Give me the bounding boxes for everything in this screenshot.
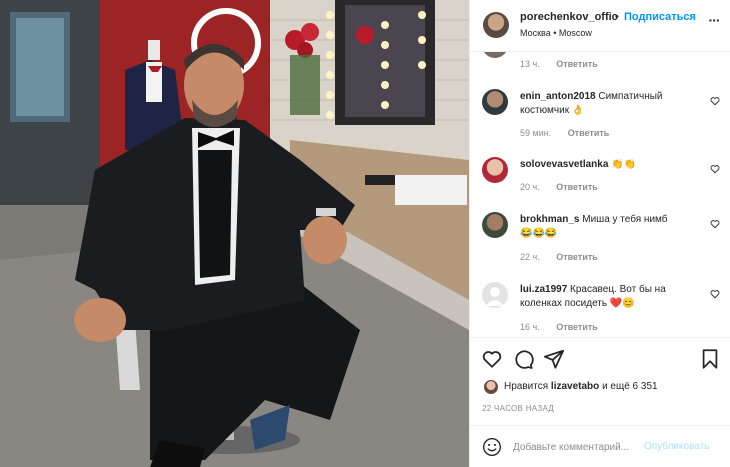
comment-body: solovevasvetlanka 👏👏 xyxy=(520,158,700,172)
likes-summary: Нравится lizavetabo и ещё 6 351 xyxy=(470,377,730,399)
comment-icon[interactable] xyxy=(512,348,534,370)
comment-time: 20 ч. xyxy=(520,182,540,192)
comments-list[interactable]: 13 ч. Ответить enin_anton2018 Симпатичны… xyxy=(470,52,730,337)
comment-time: 16 ч. xyxy=(520,322,540,332)
likes-text[interactable]: Нравится lizavetabo и ещё 6 351 xyxy=(504,381,658,392)
comment-text: Красавец. Вот бы на xyxy=(570,284,666,295)
liker-username[interactable]: lizavetabo xyxy=(551,381,599,392)
comment-like-icon[interactable] xyxy=(710,219,720,229)
comment-meta: 16 ч. Ответить xyxy=(520,322,598,332)
reply-button[interactable]: Ответить xyxy=(556,252,598,262)
share-icon[interactable] xyxy=(543,348,565,370)
post-photo[interactable] xyxy=(0,0,469,467)
comment-meta: 20 ч. Ответить xyxy=(520,182,598,192)
comment-meta: 59 мин. Ответить xyxy=(520,128,609,138)
commenter-avatar[interactable] xyxy=(482,212,508,238)
comment-like-icon[interactable] xyxy=(710,289,720,299)
commenter-avatar[interactable] xyxy=(482,157,508,183)
comment-like-icon[interactable] xyxy=(710,164,720,174)
comment-text: Миша у тебя нимб xyxy=(582,214,668,225)
comment-input[interactable] xyxy=(513,438,641,456)
post-action-bar xyxy=(470,337,730,377)
heart-icon[interactable] xyxy=(481,348,503,370)
commenter-username[interactable]: enin_anton2018 xyxy=(520,91,596,102)
post-location[interactable]: Москва • Moscow xyxy=(520,28,592,38)
comment-text: Симпатичный xyxy=(598,91,663,102)
reply-button[interactable]: Ответить xyxy=(556,182,598,192)
photo-illustration xyxy=(0,0,469,467)
comment-meta: 22 ч. Ответить xyxy=(520,252,598,262)
likes-count[interactable]: и ещё 6 351 xyxy=(602,381,658,392)
author-avatar[interactable] xyxy=(483,12,509,38)
likes-prefix: Нравится xyxy=(504,381,549,392)
comment-text-line2: 😂😂😂 xyxy=(520,228,558,239)
more-options-icon[interactable]: ··· xyxy=(706,12,722,30)
reply-button[interactable]: Ответить xyxy=(556,322,598,332)
commenter-avatar[interactable] xyxy=(482,52,508,58)
comment-like-icon[interactable] xyxy=(710,96,720,106)
comment-body: brokhman_s Миша у тебя нимб 😂😂😂 xyxy=(520,213,700,241)
post-timestamp[interactable]: 22 ЧАСОВ НАЗАД xyxy=(482,404,554,413)
comment-time: 13 ч. xyxy=(520,59,540,69)
reply-button[interactable]: Ответить xyxy=(556,59,598,69)
liker-avatar[interactable] xyxy=(484,380,498,394)
comment-meta: 13 ч. Ответить xyxy=(520,59,598,69)
commenter-username[interactable]: solovevasvetlanka xyxy=(520,159,608,170)
separator-dot: • xyxy=(615,11,619,23)
publish-button[interactable]: Опубликовать xyxy=(644,441,709,452)
comment-text-line2: коленках посидеть ❤️😊 xyxy=(520,298,635,309)
commenter-avatar-placeholder[interactable] xyxy=(482,282,508,308)
bookmark-icon[interactable] xyxy=(699,348,721,370)
add-comment-bar: Опубликовать xyxy=(470,425,730,467)
post-side-panel: porechenkov_offic • Подписаться Москва •… xyxy=(469,0,730,467)
reply-button[interactable]: Ответить xyxy=(568,128,610,138)
comment-body: enin_anton2018 Симпатичный костюмчик 👌 xyxy=(520,90,700,118)
commenter-username[interactable]: brokhman_s xyxy=(520,214,579,225)
post-header: porechenkov_offic • Подписаться Москва •… xyxy=(470,0,730,52)
commenter-username[interactable]: lui.za1997 xyxy=(520,284,567,295)
comment-time: 59 мин. xyxy=(520,128,552,138)
author-username[interactable]: porechenkov_offic xyxy=(520,11,618,23)
comment-text-line2: костюмчик 👌 xyxy=(520,105,585,116)
commenter-avatar[interactable] xyxy=(482,89,508,115)
comment-body: lui.za1997 Красавец. Вот бы на коленках … xyxy=(520,283,700,311)
comment-time: 22 ч. xyxy=(520,252,540,262)
follow-button[interactable]: Подписаться xyxy=(624,11,696,23)
default-avatar-icon xyxy=(486,287,504,306)
comment-text: 👏👏 xyxy=(611,159,637,170)
smiley-icon[interactable] xyxy=(482,437,502,457)
